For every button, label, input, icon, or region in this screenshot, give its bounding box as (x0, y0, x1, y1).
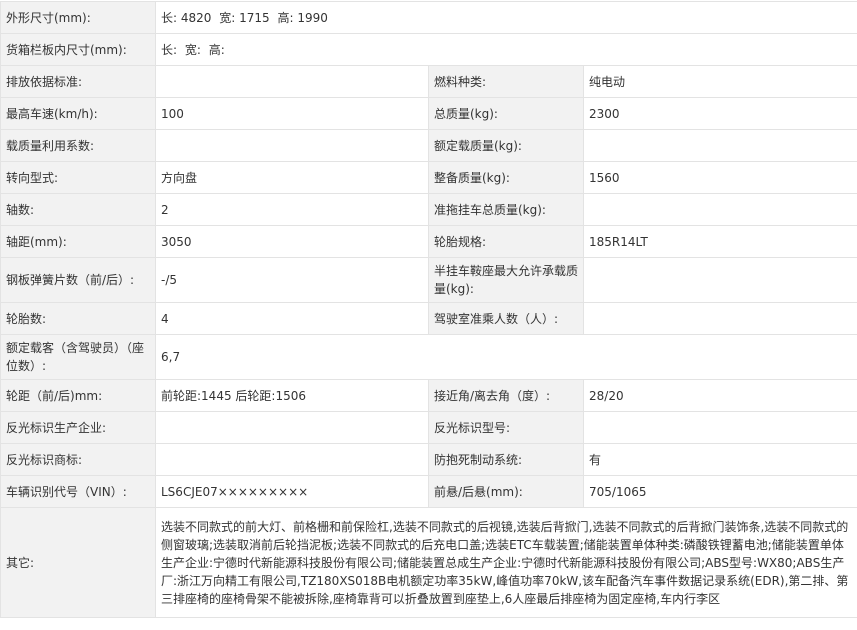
steering-value: 方向盘 (155, 161, 429, 194)
emission-value (155, 65, 429, 98)
table-row: 钢板弹簧片数（前/后）: -/5 半挂车鞍座最大允许承载质量(kg): (0, 257, 857, 303)
rated-load-label: 额定载质量(kg): (428, 129, 584, 162)
outer-size-label: 外形尺寸(mm): (0, 1, 156, 34)
table-row: 轴距(mm): 3050 轮胎规格: 185R14LT (0, 225, 857, 258)
tires-label: 轮胎数: (0, 302, 156, 335)
tires-value: 4 (155, 302, 429, 335)
axles-value: 2 (155, 193, 429, 226)
cargo-size-label: 货箱栏板内尺寸(mm): (0, 33, 156, 66)
table-row: 外形尺寸(mm): 长: 4820 宽: 1715 高: 1990 (0, 1, 857, 34)
other-value: 选装不同款式的前大灯、前格栅和前保险杠,选装不同款式的后视镜,选装后背掀门,选装… (155, 507, 857, 618)
cargo-length-label: 长: (161, 42, 178, 57)
spring-value: -/5 (155, 257, 429, 303)
cab-seats-value (583, 302, 857, 335)
other-label: 其它: (0, 507, 156, 618)
overhang-label: 前悬/后悬(mm): (428, 475, 584, 508)
table-row: 轮距（前/后)mm: 前轮距:1445 后轮距:1506 接近角/离去角（度）:… (0, 379, 857, 412)
total-mass-value: 2300 (583, 97, 857, 130)
reflect-maker-label: 反光标识生产企业: (0, 411, 156, 444)
trailer-mass-value (583, 193, 857, 226)
approach-value: 28/20 (583, 379, 857, 412)
width-value: 1715 (239, 10, 270, 25)
track-value: 前轮距:1445 后轮距:1506 (155, 379, 429, 412)
steering-label: 转向型式: (0, 161, 156, 194)
saddle-value (583, 257, 857, 303)
curb-mass-label: 整备质量(kg): (428, 161, 584, 194)
table-row: 车辆识别代号（VIN）: LS6CJE07××××××××× 前悬/后悬(mm)… (0, 475, 857, 508)
curb-mass-value: 1560 (583, 161, 857, 194)
fuel-value: 纯电动 (583, 65, 857, 98)
tire-spec-label: 轮胎规格: (428, 225, 584, 258)
max-speed-value: 100 (155, 97, 429, 130)
table-row: 货箱栏板内尺寸(mm): 长: 宽: 高: (0, 33, 857, 66)
cargo-size-value: 长: 宽: 高: (155, 33, 857, 66)
table-row: 转向型式: 方向盘 整备质量(kg): 1560 (0, 161, 857, 194)
width-label: 宽: (219, 10, 236, 25)
cab-seats-label: 驾驶室准乘人数（人）: (428, 302, 584, 335)
passengers-label: 额定载客（含驾驶员）（座位数）: (0, 334, 156, 380)
table-row: 轴数: 2 准拖挂车总质量(kg): (0, 193, 857, 226)
total-mass-label: 总质量(kg): (428, 97, 584, 130)
spec-page: 外形尺寸(mm): 长: 4820 宽: 1715 高: 1990 货箱栏板内尺… (0, 0, 857, 630)
axles-label: 轴数: (0, 193, 156, 226)
abs-value: 有 (583, 443, 857, 476)
table-row: 反光标识商标: 防抱死制动系统: 有 (0, 443, 857, 476)
rated-load-value (583, 129, 857, 162)
spring-label: 钢板弹簧片数（前/后）: (0, 257, 156, 303)
load-util-label: 载质量利用系数: (0, 129, 156, 162)
spec-table: 外形尺寸(mm): 长: 4820 宽: 1715 高: 1990 货箱栏板内尺… (0, 1, 857, 618)
height-value: 1990 (297, 10, 328, 25)
max-speed-label: 最高车速(km/h): (0, 97, 156, 130)
passengers-value: 6,7 (155, 334, 857, 380)
cargo-width-label: 宽: (184, 42, 201, 57)
table-row: 最高车速(km/h): 100 总质量(kg): 2300 (0, 97, 857, 130)
emission-label: 排放依据标准: (0, 65, 156, 98)
saddle-label: 半挂车鞍座最大允许承载质量(kg): (428, 257, 584, 303)
length-value: 4820 (180, 10, 212, 25)
vin-value: LS6CJE07××××××××× (155, 475, 429, 508)
reflect-brand-label: 反光标识商标: (0, 443, 156, 476)
approach-label: 接近角/离去角（度）: (428, 379, 584, 412)
abs-label: 防抱死制动系统: (428, 443, 584, 476)
table-row: 其它: 选装不同款式的前大灯、前格栅和前保险杠,选装不同款式的后视镜,选装后背掀… (0, 507, 857, 618)
cargo-height-label: 高: (208, 42, 225, 57)
trailer-mass-label: 准拖挂车总质量(kg): (428, 193, 584, 226)
table-row: 反光标识生产企业: 反光标识型号: (0, 411, 857, 444)
length-label: 长: (161, 10, 178, 25)
outer-size-value: 长: 4820 宽: 1715 高: 1990 (155, 1, 857, 34)
table-row: 载质量利用系数: 额定载质量(kg): (0, 129, 857, 162)
load-util-value (155, 129, 429, 162)
track-label: 轮距（前/后)mm: (0, 379, 156, 412)
table-row: 排放依据标准: 燃料种类: 纯电动 (0, 65, 857, 98)
overhang-value: 705/1065 (583, 475, 857, 508)
table-row: 轮胎数: 4 驾驶室准乘人数（人）: (0, 302, 857, 335)
reflect-model-label: 反光标识型号: (428, 411, 584, 444)
wheelbase-value: 3050 (155, 225, 429, 258)
fuel-label: 燃料种类: (428, 65, 584, 98)
height-label: 高: (277, 10, 294, 25)
reflect-maker-value (155, 411, 429, 444)
reflect-model-value (583, 411, 857, 444)
wheelbase-label: 轴距(mm): (0, 225, 156, 258)
table-row: 额定载客（含驾驶员）（座位数）: 6,7 (0, 334, 857, 380)
vin-label: 车辆识别代号（VIN）: (0, 475, 156, 508)
reflect-brand-value (155, 443, 429, 476)
tire-spec-value: 185R14LT (583, 225, 857, 258)
